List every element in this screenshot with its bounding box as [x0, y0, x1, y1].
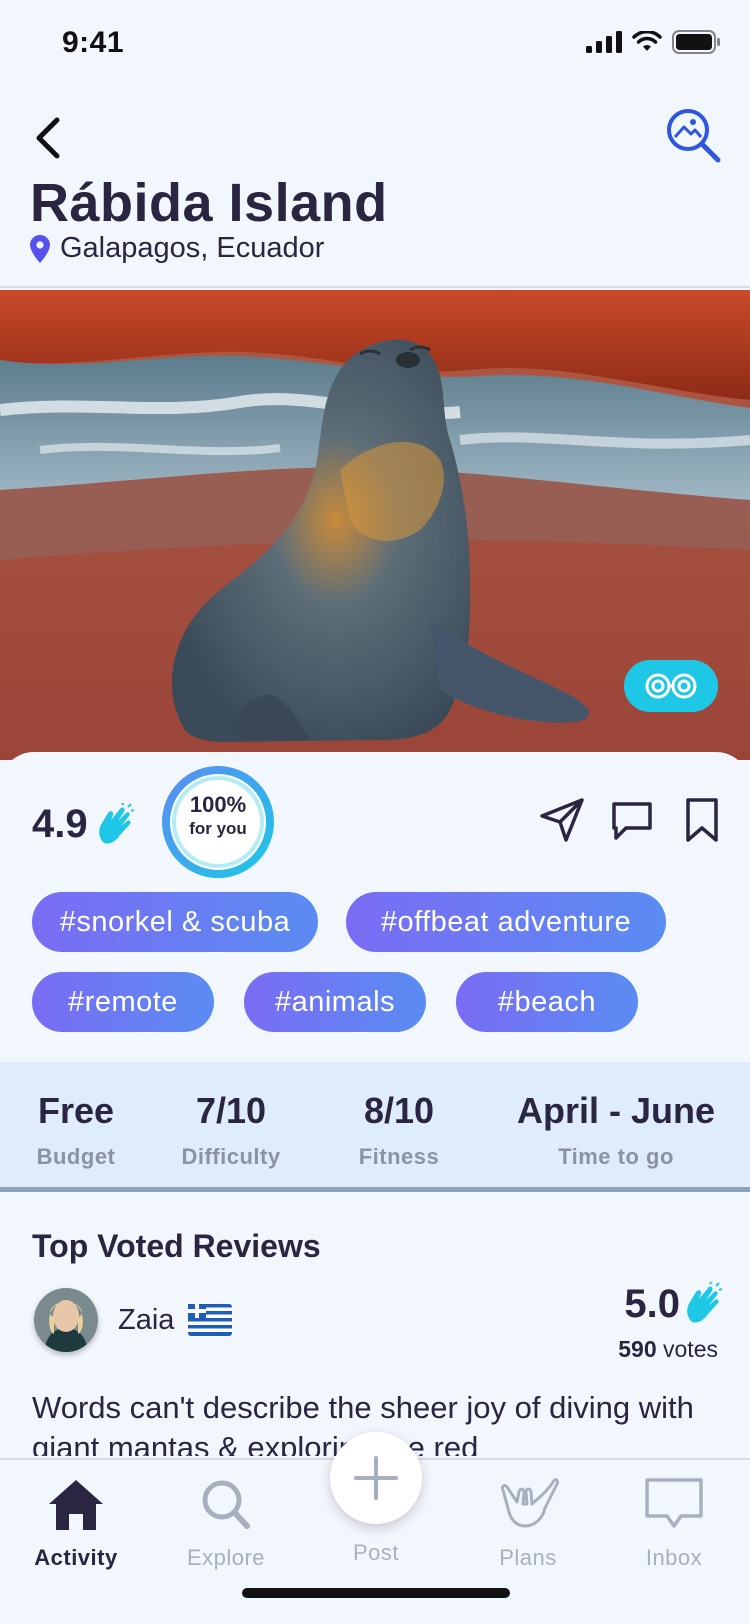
tag-chip[interactable]: #animals — [244, 972, 426, 1032]
bookmark-icon — [686, 798, 718, 842]
share-button[interactable] — [538, 796, 586, 844]
vr-view-button[interactable] — [624, 660, 718, 712]
rating: 4.9 — [32, 802, 134, 847]
stat-value: Free — [37, 1090, 115, 1131]
home-indicator[interactable] — [242, 1588, 510, 1598]
comment-icon — [612, 802, 652, 840]
comment-button[interactable] — [608, 796, 656, 844]
tab-label: Plans — [499, 1545, 557, 1570]
status-time: 9:41 — [62, 26, 125, 59]
tab-label: Post — [352, 1540, 400, 1565]
clap-hand-icon — [687, 1282, 722, 1323]
tab-plans[interactable]: Plans — [468, 1474, 588, 1571]
review-score-value: 5.0 — [624, 1282, 680, 1326]
stat-budget: Free Budget — [32, 1090, 120, 1170]
reviewer-avatar-image — [34, 1288, 98, 1352]
tab-label: Activity — [34, 1545, 118, 1570]
cellular-signal-icon — [586, 31, 622, 53]
stat-label: Time to go — [558, 1144, 674, 1169]
wifi-icon — [632, 31, 662, 51]
action-buttons — [538, 796, 726, 844]
tag-chip[interactable]: #snorkel & scuba — [32, 892, 318, 952]
hang-loose-icon — [501, 1478, 559, 1528]
review-votes: 590 votes — [618, 1336, 718, 1363]
status-icons — [586, 30, 720, 54]
vr-goggles-icon — [645, 673, 697, 699]
battery-icon — [672, 30, 720, 54]
status-bar: 9:41 — [0, 0, 750, 90]
review-score: 5.0 — [624, 1282, 722, 1327]
reviews-title: Top Voted Reviews — [32, 1228, 321, 1264]
tag-chip[interactable]: #offbeat adventure — [346, 892, 666, 952]
tab-explore[interactable]: Explore — [166, 1474, 286, 1571]
location: Galapagos, Ecuador — [30, 232, 324, 265]
stat-label: Budget — [36, 1144, 116, 1169]
avatar[interactable] — [34, 1288, 98, 1352]
plus-icon — [354, 1456, 398, 1500]
tab-inbox[interactable]: Inbox — [614, 1474, 734, 1571]
info-card: 4.9 100% for you #snorkel & scuba #offbe… — [0, 752, 750, 1062]
reviewer-name[interactable]: Zaia — [118, 1304, 174, 1337]
home-icon — [49, 1480, 103, 1530]
image-search-icon — [667, 109, 721, 163]
match-percent: 100% — [189, 792, 247, 817]
tag-chip[interactable]: #remote — [32, 972, 214, 1032]
stat-label: Fitness — [358, 1144, 440, 1169]
match-score: 100% for you — [160, 792, 276, 838]
stat-difficulty: 7/10 Difficulty — [172, 1090, 290, 1170]
chevron-left-icon — [36, 117, 60, 159]
header: Rábida Island Galapagos, Ecuador — [0, 90, 750, 288]
tab-label: Inbox — [645, 1545, 703, 1570]
review-votes-count: 590 — [618, 1336, 657, 1362]
tab-label: Explore — [186, 1545, 266, 1570]
stat-value: 7/10 — [195, 1090, 267, 1131]
review-votes-label: votes — [663, 1336, 718, 1362]
back-button[interactable] — [26, 110, 70, 166]
rating-value: 4.9 — [32, 802, 88, 846]
stats-strip: Free Budget 7/10 Difficulty 8/10 Fitness… — [0, 1062, 750, 1192]
hero-photo[interactable] — [0, 290, 750, 760]
page-title: Rábida Island — [30, 173, 388, 233]
reviews-section: Top Voted Reviews Zaia 5.0 590 votes Wor… — [0, 1196, 750, 1456]
map-pin-icon — [30, 234, 50, 263]
stat-value: April - June — [516, 1090, 716, 1131]
stat-value: 8/10 — [363, 1090, 435, 1131]
chat-icon — [645, 1478, 703, 1528]
tab-activity[interactable]: Activity — [16, 1474, 136, 1571]
image-search-button[interactable] — [664, 106, 724, 166]
stat-label: Difficulty — [181, 1144, 281, 1169]
match-label: for you — [189, 819, 247, 838]
greece-flag-icon — [188, 1304, 232, 1336]
bookmark-button[interactable] — [678, 796, 726, 844]
send-icon — [540, 798, 584, 842]
search-icon — [202, 1480, 250, 1529]
tag-chip[interactable]: #beach — [456, 972, 638, 1032]
stat-fitness: 8/10 Fitness — [350, 1090, 448, 1170]
stat-time-to-go: April - June Time to go — [500, 1090, 732, 1170]
post-button[interactable] — [330, 1432, 422, 1524]
clap-hand-icon — [98, 802, 134, 844]
location-text: Galapagos, Ecuador — [60, 232, 325, 264]
